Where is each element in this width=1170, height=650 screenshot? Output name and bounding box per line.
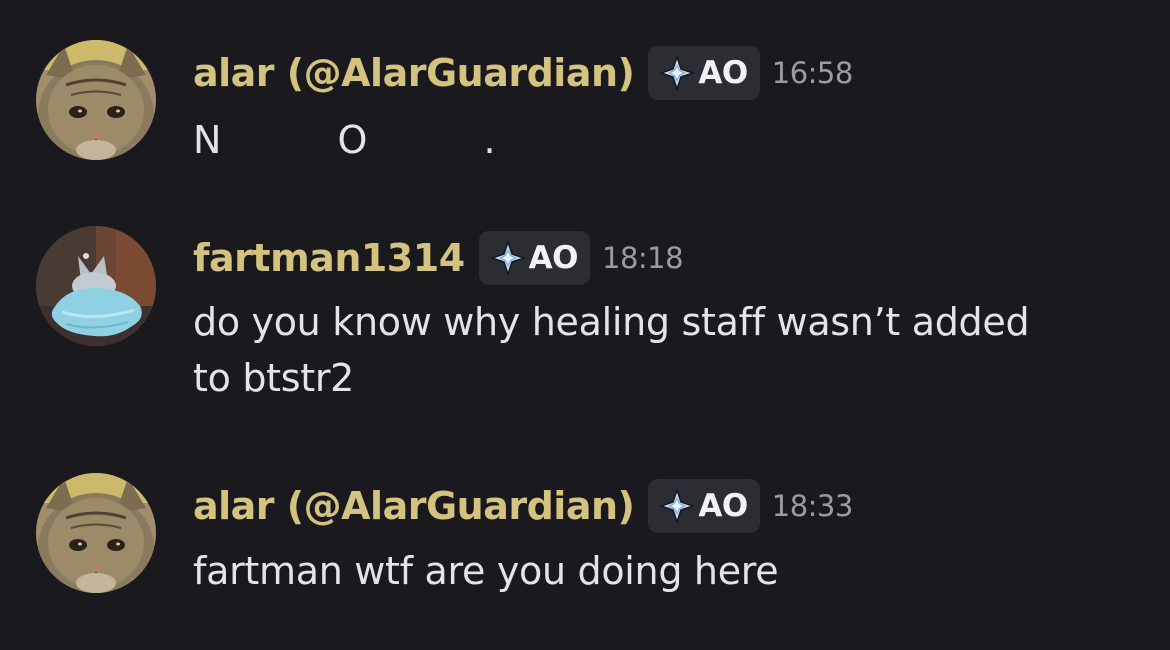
chat-message-list: alar (@AlarGuardian) AO 16:58 N O . fart…: [0, 0, 1170, 650]
chat-message: alar (@AlarGuardian) AO 18:33 fartman wt…: [0, 0, 1170, 650]
tag-label: AO: [698, 488, 748, 524]
user-avatar[interactable]: [36, 473, 156, 593]
diamond-icon: [660, 489, 694, 523]
server-tag-badge[interactable]: AO: [648, 479, 760, 533]
username[interactable]: alar (@AlarGuardian): [193, 484, 635, 528]
timestamp: 18:33: [771, 489, 854, 523]
cat-avatar-icon: [36, 473, 156, 593]
message-header: alar (@AlarGuardian) AO 18:33: [193, 478, 853, 534]
message-content: fartman wtf are you doing here: [193, 549, 779, 593]
